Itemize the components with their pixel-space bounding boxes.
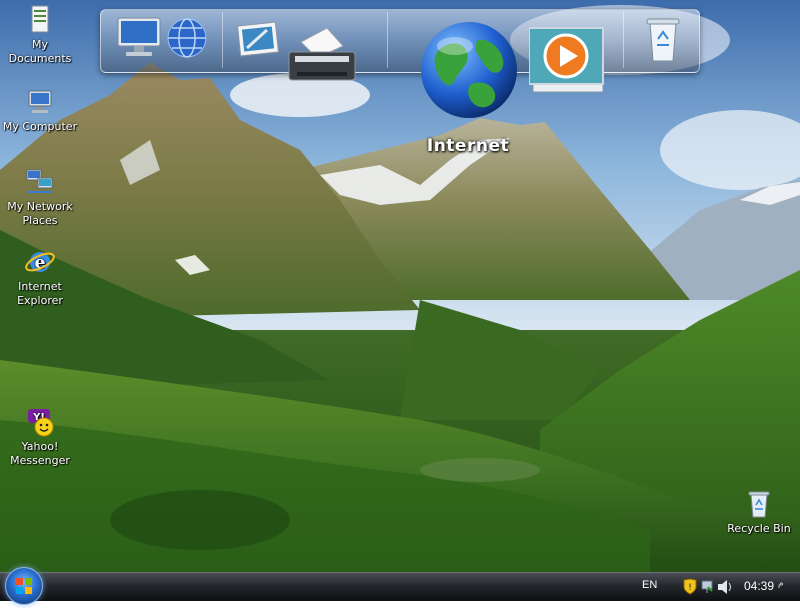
internet-globe-icon — [421, 22, 517, 118]
system-tray: ! — [683, 578, 731, 595]
windows-logo-icon — [16, 578, 32, 594]
start-button[interactable] — [5, 567, 43, 605]
internet-explorer-icon: e — [25, 252, 55, 273]
my-computer-icon-item[interactable]: My Computer — [0, 86, 83, 134]
language-indicator[interactable]: EN — [642, 579, 657, 591]
taskbar: EN ! 04:39 م — [0, 567, 800, 605]
picture-icon — [236, 21, 280, 57]
clock[interactable]: 04:39 — [744, 579, 774, 593]
yahoo-messenger-icon: Y! — [28, 409, 54, 437]
trash-icon — [646, 18, 680, 62]
my-network-places-label: My Network Places — [7, 200, 73, 227]
dock-item-internet[interactable] — [419, 20, 519, 124]
computer-icon — [117, 17, 161, 56]
media-player-icon — [528, 27, 604, 93]
clock-suffix: م — [778, 579, 784, 589]
my-documents-label: My Documents — [8, 38, 72, 65]
dock-separator — [387, 12, 388, 68]
dock-item-media-player[interactable] — [528, 26, 607, 100]
network-icon[interactable] — [701, 580, 713, 593]
recycle-bin-label: Recycle Bin — [727, 522, 791, 535]
my-computer-label: My Computer — [2, 120, 78, 133]
internet-explorer-icon-item[interactable]: e Internet Explorer — [0, 246, 83, 308]
svg-text:!: ! — [688, 583, 692, 593]
recycle-bin-icon — [748, 491, 770, 518]
printer-icon — [288, 27, 356, 81]
dock-hover-label: Internet — [426, 136, 510, 156]
globe-network-icon — [167, 18, 207, 58]
dock-item-picture[interactable] — [236, 20, 281, 64]
dock-separator — [623, 12, 624, 68]
my-documents-icon-item[interactable]: My Documents — [0, 4, 83, 66]
computer-icon — [28, 90, 52, 113]
dock-bar — [100, 9, 700, 118]
desktop-wallpaper[interactable]: My Documents My Computer My Network Plac… — [0, 0, 800, 572]
network-places-icon — [26, 169, 53, 193]
dock-item-network-globe[interactable] — [165, 16, 209, 64]
my-network-places-icon-item[interactable]: My Network Places — [0, 166, 83, 228]
dock-separator — [222, 12, 223, 68]
dock-item-trash[interactable] — [645, 15, 681, 67]
dock-item-printer[interactable] — [287, 24, 357, 90]
dock-item-computer[interactable] — [116, 16, 162, 62]
security-shield-icon[interactable]: ! — [683, 578, 697, 595]
mountain-landscape-wallpaper — [0, 0, 800, 572]
internet-explorer-label: Internet Explorer — [17, 280, 63, 307]
folder-documents-icon — [31, 5, 49, 33]
yahoo-messenger-label: Yahoo! Messenger — [10, 440, 70, 467]
yahoo-messenger-icon-item[interactable]: Y! Yahoo! Messenger — [0, 406, 83, 468]
recycle-bin-icon-item[interactable]: Recycle Bin — [716, 488, 800, 536]
volume-icon[interactable] — [718, 580, 731, 594]
